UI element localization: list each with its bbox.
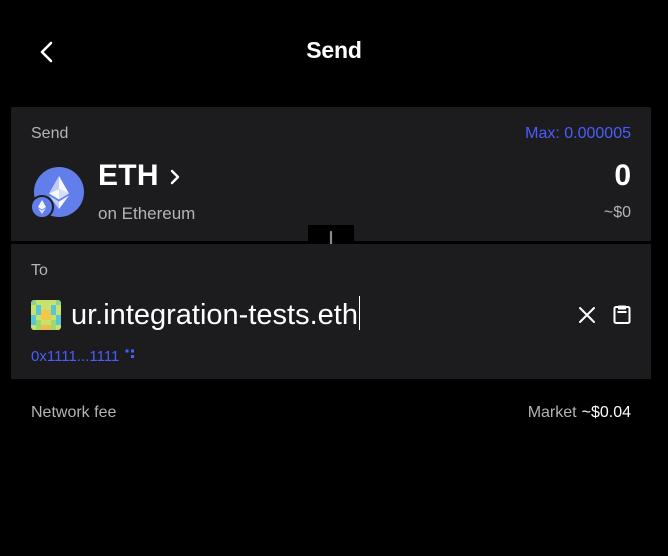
chevron-right-icon xyxy=(170,169,180,185)
copy-icon xyxy=(125,349,135,358)
send-label: Send xyxy=(31,125,69,142)
recipient-address-input[interactable]: ur.integration-tests.eth xyxy=(71,296,361,332)
text-caret xyxy=(358,296,361,330)
header: Send xyxy=(0,0,668,104)
paste-icon xyxy=(613,305,631,324)
token-symbol: ETH xyxy=(98,159,159,192)
max-button[interactable]: Max: 0.000005 xyxy=(525,125,631,143)
network-fee-row: Network fee Market ~$0.04 xyxy=(31,404,631,422)
resolved-address[interactable]: 0x1111...1111 xyxy=(31,348,135,365)
resolved-address-text: 0x1111...1111 xyxy=(31,348,120,365)
network-fee-label: Network fee xyxy=(31,404,117,421)
send-card: Send Max: 0.000005 ETH on Ethereum 0 ~$0 xyxy=(11,107,651,241)
to-label: To xyxy=(31,262,48,279)
paste-button[interactable] xyxy=(612,304,632,326)
fee-speed: Market xyxy=(527,404,577,421)
ethereum-chain-badge-icon xyxy=(30,195,54,219)
token-network: on Ethereum xyxy=(98,204,196,223)
close-icon xyxy=(579,307,595,323)
fee-value: ~$0.04 xyxy=(581,404,631,421)
network-fee-selector[interactable]: Market ~$0.04 xyxy=(528,404,631,422)
amount-usd: ~$0 xyxy=(603,204,631,221)
recipient-card: To ur.integration-tests.eth 0x1111...111… xyxy=(11,244,651,379)
page-title: Send xyxy=(306,37,362,63)
identicon-avatar xyxy=(31,300,61,330)
recipient-address-value: ur.integration-tests.eth xyxy=(71,299,358,331)
token-selector[interactable]: ETH xyxy=(98,159,181,193)
amount-input[interactable]: 0 xyxy=(614,159,631,193)
clear-address-button[interactable] xyxy=(576,304,598,326)
